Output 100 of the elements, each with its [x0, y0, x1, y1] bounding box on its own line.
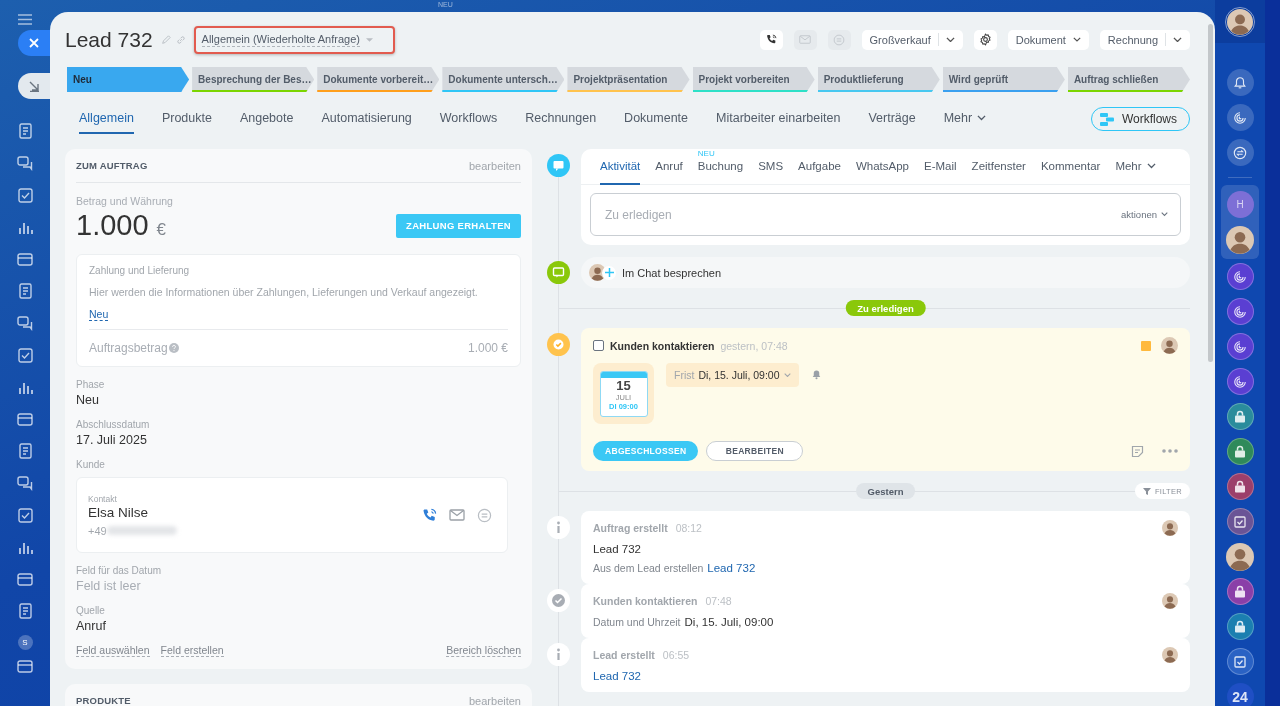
chat-icon — [833, 33, 846, 46]
section-tab[interactable]: Automatisierung — [321, 104, 412, 134]
spiral-icon[interactable] — [1226, 263, 1254, 290]
more-menu-tab[interactable]: Mehr — [1115, 149, 1156, 185]
avatar — [1162, 647, 1178, 663]
stage-step[interactable]: Projekt vorbereiten — [692, 67, 815, 92]
event-time: 07:48 — [705, 595, 732, 607]
checkbox-icon[interactable] — [17, 187, 33, 203]
lock-icon[interactable] — [1226, 438, 1254, 465]
lock-icon[interactable] — [1226, 403, 1254, 430]
new-link[interactable]: Neu — [89, 308, 109, 321]
field-link[interactable]: Feld erstellen — [160, 644, 224, 657]
spiral-icon[interactable] — [1226, 104, 1254, 131]
stage-step[interactable]: Projektpräsentation — [567, 67, 690, 92]
chat-icon[interactable] — [17, 475, 33, 491]
activity-tab[interactable]: Aktivität — [600, 149, 641, 185]
checkbox-icon[interactable] — [17, 347, 33, 363]
caret-icon — [365, 37, 373, 42]
section-tab[interactable]: Mitarbeiter einarbeiten — [716, 104, 841, 134]
field-value: 17. Juli 2025 — [76, 433, 148, 447]
lock-icon[interactable] — [1226, 473, 1254, 500]
stage-step[interactable]: Dokumente vorbereit… — [317, 67, 440, 92]
bell-icon[interactable] — [1226, 69, 1254, 96]
activity-tab[interactable]: Kommentar — [1040, 149, 1101, 185]
actions-dropdown[interactable]: aktionen — [1121, 209, 1168, 220]
split-button[interactable]: Großverkauf — [861, 29, 963, 50]
section-tab[interactable]: Dokumente — [624, 104, 689, 134]
document-icon[interactable] — [17, 603, 33, 619]
close-button[interactable] — [18, 30, 50, 56]
box-title: Zahlung und Lieferung — [89, 265, 191, 276]
lead-link[interactable]: Lead 732 — [593, 670, 641, 682]
spiral-icon[interactable] — [1226, 333, 1254, 360]
stage-step[interactable]: Dokumente untersch… — [442, 67, 565, 92]
event-title: Kunden kontaktieren — [593, 595, 698, 607]
workflows-button[interactable]: Workflows — [1090, 107, 1190, 131]
checkbox-icon[interactable] — [1226, 648, 1254, 675]
activity-tab[interactable]: Zeitfenster — [971, 149, 1026, 185]
spiral-icon[interactable] — [1226, 368, 1254, 395]
section-tab[interactable]: Rechnungen — [525, 104, 597, 134]
card-icon[interactable] — [17, 252, 33, 266]
lead-link[interactable]: Lead 732 — [707, 562, 756, 574]
checkbox-icon[interactable] — [1226, 508, 1254, 535]
card-icon[interactable] — [17, 412, 33, 426]
card-title: PRODUKTE — [76, 695, 131, 706]
stage-step[interactable]: Auftrag schließen — [1067, 67, 1190, 92]
card-icon[interactable] — [17, 660, 33, 673]
chat-icon[interactable] — [1226, 139, 1254, 166]
section-tab[interactable]: Produkte — [161, 104, 212, 134]
event-time: 06:55 — [662, 649, 690, 661]
chat-row[interactable]: Im Chat besprechen — [581, 257, 1190, 288]
spiral-icon[interactable] — [1226, 298, 1254, 325]
menu-icon[interactable] — [18, 14, 32, 25]
contact-label: Kontakt — [88, 493, 118, 504]
activity-tab[interactable]: Aufgabe — [798, 149, 841, 185]
scrollbar[interactable] — [1208, 24, 1213, 362]
activity-tab[interactable]: WhatsApp — [855, 149, 909, 185]
document-icon[interactable] — [17, 123, 33, 139]
lock-icon[interactable] — [1226, 613, 1254, 640]
field-link[interactable]: Feld auswählen — [76, 644, 150, 657]
todo-field[interactable]: Zu erledigen aktionen — [590, 193, 1181, 236]
category-dropdown[interactable]: Allgemein (Wiederholte Anfrage) — [193, 25, 395, 54]
section-tab[interactable]: Angebote — [239, 104, 294, 134]
section-tab[interactable]: Allgemein — [79, 104, 134, 134]
stage-step[interactable]: Produktlieferung — [817, 67, 940, 92]
edit-button[interactable]: BEARBEITEN — [706, 441, 804, 461]
card-icon[interactable] — [17, 572, 33, 586]
chat-icon[interactable] — [17, 315, 33, 331]
detail-value: Lead 732 — [593, 543, 641, 555]
checkbox[interactable] — [593, 340, 604, 351]
stage-step[interactable]: Wird geprüft — [942, 67, 1065, 92]
minimize-button[interactable] — [18, 73, 50, 99]
remove-section-link[interactable]: Bereich löschen — [446, 644, 521, 657]
document-icon[interactable] — [17, 443, 33, 459]
dropdown-button[interactable]: Dokument — [1007, 29, 1089, 50]
date-pill: Gestern — [855, 483, 916, 499]
stage-step[interactable]: Besprechung der Bes… — [192, 67, 315, 92]
chat-icon[interactable] — [17, 155, 33, 171]
checkbox-icon[interactable] — [17, 507, 33, 523]
activity-tab[interactable]: E-Mail — [924, 149, 957, 185]
stage-step[interactable]: Neu — [67, 67, 190, 92]
call-button[interactable] — [759, 29, 783, 50]
comment-icon — [547, 154, 570, 177]
split-button[interactable]: Rechnung — [1099, 29, 1190, 50]
close-icon — [29, 38, 39, 48]
caret-icon — [945, 36, 955, 43]
deadline-dropdown[interactable]: Frist Di, 15. Juli, 09:00 — [666, 363, 799, 387]
avatar — [1162, 593, 1178, 609]
event-title: Lead erstellt — [593, 649, 655, 661]
new-label: NEU — [697, 149, 715, 158]
document-icon[interactable] — [17, 283, 33, 299]
activity-tab[interactable]: Anruf — [655, 149, 683, 185]
contact-name[interactable]: Elsa Nilse — [88, 504, 177, 520]
more-menu-tab[interactable]: Mehr — [943, 104, 987, 134]
settings-button[interactable] — [973, 29, 997, 50]
caret-icon — [783, 372, 791, 378]
section-tab[interactable]: Verträge — [868, 104, 916, 134]
lock-icon[interactable] — [1226, 578, 1254, 605]
section-tab[interactable]: Workflows — [439, 104, 498, 134]
activity-tab[interactable]: SMS — [758, 149, 784, 185]
app-logo[interactable]: 24 — [1226, 683, 1254, 706]
